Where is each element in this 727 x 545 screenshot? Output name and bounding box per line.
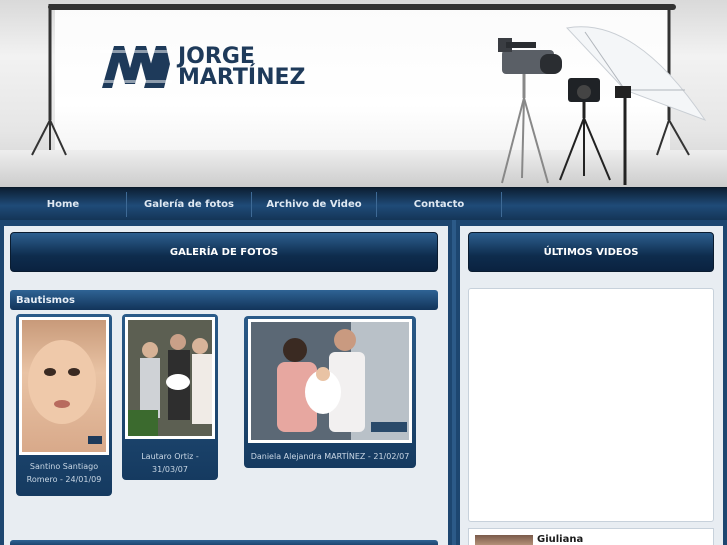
section-header-bautismos[interactable]: Bautismos	[10, 290, 438, 310]
column-divider	[452, 220, 456, 545]
photo-caption: Lautaro Ortiz - 31/03/07	[141, 452, 199, 474]
logo-mark-icon	[100, 46, 172, 88]
photo-thumbnail[interactable]	[248, 319, 412, 443]
site-logo[interactable]: JORGE MARTÍNEZ	[100, 44, 340, 94]
nav-item-contact[interactable]: Contacto	[377, 188, 501, 221]
video-list-item[interactable]: Giuliana	[468, 528, 714, 545]
photo-thumbnail[interactable]	[19, 317, 109, 455]
backdrop-rod	[48, 4, 676, 10]
photo-thumbnail[interactable]	[125, 317, 215, 439]
nav-separator	[501, 192, 502, 217]
umbrella-light-icon	[566, 26, 707, 185]
video-thumbnail[interactable]	[475, 535, 533, 545]
photo-caption: Daniela Alejandra MARTÍNEZ - 21/02/07	[250, 452, 410, 461]
videos-title: ÚLTIMOS VIDEOS	[468, 232, 714, 272]
video-player-area[interactable]	[468, 288, 714, 522]
nav-item-gallery[interactable]: Galería de fotos	[127, 188, 251, 221]
next-section-header	[10, 540, 438, 545]
photo-card[interactable]: Santino Santiago Romero - 24/01/09	[16, 314, 112, 496]
photo-caption: Santino Santiago Romero - 24/01/09	[26, 462, 102, 484]
baby-photo-icon	[28, 340, 102, 444]
photo-card[interactable]: Daniela Alejandra MARTÍNEZ - 21/02/07	[244, 316, 416, 468]
baptism-photo-icon	[251, 322, 409, 440]
logo-name-last: MARTÍNEZ	[178, 65, 306, 90]
nav-item-video[interactable]: Archivo de Video	[252, 188, 376, 221]
baptism-photo-icon	[128, 320, 212, 436]
main-nav: Home Galería de fotos Archivo de Video C…	[0, 187, 727, 220]
photo-card[interactable]: Lautaro Ortiz - 31/03/07	[122, 314, 218, 480]
gallery-title: GALERÍA DE FOTOS	[10, 232, 438, 272]
nav-item-home[interactable]: Home	[0, 188, 126, 221]
light-stand-icon	[31, 4, 67, 156]
header: JORGE MARTÍNEZ	[0, 0, 727, 187]
video-title[interactable]: Giuliana	[537, 534, 583, 545]
